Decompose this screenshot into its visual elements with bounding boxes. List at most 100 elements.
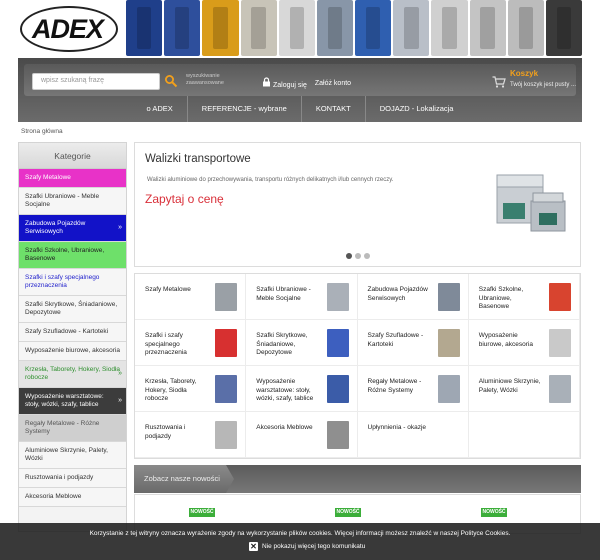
sidebar-category-item[interactable]: Zabudowa Pojazdów Serwisowych » bbox=[19, 215, 126, 242]
workbench-photo bbox=[126, 0, 163, 56]
breadcrumb[interactable]: Strona główna bbox=[21, 128, 63, 135]
chevron-right-icon: » bbox=[118, 397, 122, 404]
sidebar-category-item[interactable]: Wyposażenie warsztatowe: stoły, wózki, s… bbox=[19, 388, 126, 415]
category-thumbnail bbox=[215, 329, 238, 357]
main-nav: o ADEX REFERENCJE - wybrane KONTAKT DOJAZD … bbox=[18, 96, 582, 122]
category-tile[interactable]: Szafki Ubraniowe - Meble Socjalne bbox=[246, 274, 358, 320]
carousel-dot[interactable] bbox=[355, 253, 361, 259]
category-tile[interactable]: Szafki i szafy specjalnego przeznaczenia bbox=[135, 320, 247, 366]
advanced-search-link[interactable]: wyszukiwanie zaawansowane bbox=[186, 73, 236, 87]
sidebar-category-item[interactable]: Szafy Metalowe bbox=[19, 169, 126, 188]
category-tile[interactable]: Zabudowa Pojazdów Serwisowych bbox=[357, 274, 469, 320]
sidebar-item-label: Szafki i szafy specjalnego przeznaczenia bbox=[25, 274, 100, 289]
cookie-dismiss[interactable]: ✕ Nie pokazuj więcej tego komunikatu bbox=[249, 542, 365, 551]
lock-icon bbox=[263, 77, 270, 87]
category-tile[interactable]: Regały Metalowe - Różne Systemy bbox=[357, 366, 469, 412]
category-tile-label: Krzesła, Taborety, Hokery, Siodła robocz… bbox=[145, 378, 197, 402]
new-badge: NOWOŚĆ bbox=[481, 508, 507, 517]
sidebar-category-item[interactable]: Krzesła, Taborety, Hokery, Siodła robocz… bbox=[19, 361, 126, 388]
category-thumbnail bbox=[215, 283, 238, 311]
ask-price-link[interactable]: Zapytaj o cenę bbox=[145, 192, 224, 206]
header-banner: ADEX bbox=[18, 0, 583, 58]
logo[interactable]: ADEX bbox=[18, 0, 122, 58]
category-tile-label: Aluminiowe Skrzynie, Palety, Wózki bbox=[478, 378, 541, 394]
sidebar-item-label: Regały Metalowe - Różne Systemy bbox=[25, 420, 100, 435]
cookie-text: Korzystanie z tej witryny oznacza wyraże… bbox=[89, 530, 511, 537]
nav-item[interactable]: o ADEX bbox=[133, 96, 188, 122]
category-tile[interactable]: Akcesoria Meblowe bbox=[246, 412, 358, 458]
sidebar-category-item[interactable]: Szafki Szkolne, Ubraniowe, Basenowe bbox=[19, 242, 126, 269]
cart-icon bbox=[492, 76, 506, 88]
sidebar-item-label: Szafki Skrytkowe, Śniadaniowe, Depozytow… bbox=[25, 301, 118, 316]
sidebar-category-item[interactable]: Szafy Szufladowe - Kartoteki bbox=[19, 323, 126, 342]
sidebar-item-label: Rusztowania i podjazdy bbox=[25, 474, 94, 481]
category-tile-label: Szafki i szafy specjalnego przeznaczenia bbox=[145, 332, 187, 356]
sidebar-item-label: Akcesoria Meblowe bbox=[25, 493, 82, 500]
hero-title[interactable]: Walizki transportowe bbox=[145, 153, 251, 165]
keys-photo bbox=[507, 0, 544, 56]
top-bar: wpisz szukaną frazę wyszukiwanie zaawans… bbox=[18, 58, 582, 122]
category-thumbnail bbox=[326, 375, 349, 403]
category-thumbnail bbox=[326, 329, 349, 357]
category-thumbnail bbox=[549, 375, 571, 403]
cabinet-grey-photo bbox=[240, 0, 277, 56]
chevron-right-icon: » bbox=[118, 370, 122, 377]
sidebar-category-item[interactable]: Akcesoria Meblowe bbox=[19, 488, 126, 507]
category-tile[interactable]: Szafki Szkolne, Ubraniowe, Basenowe bbox=[468, 274, 580, 320]
sidebar-category-item[interactable]: Szafki Skrytkowe, Śniadaniowe, Depozytow… bbox=[19, 296, 126, 323]
category-thumbnail bbox=[549, 283, 571, 311]
locker-photo bbox=[202, 0, 239, 56]
sidebar-category-item[interactable]: Szafki i szafy specjalnego przeznaczenia bbox=[19, 269, 126, 296]
nav-item[interactable]: REFERENCJE - wybrane bbox=[188, 96, 302, 122]
nav-item[interactable]: DOJAZD - Lokalizacja bbox=[366, 96, 468, 122]
category-sidebar: Kategorie Szafy Metalowe Szafki Ubraniowe… bbox=[18, 142, 127, 532]
search-row: wpisz szukaną frazę wyszukiwanie zaawans… bbox=[24, 64, 576, 96]
cart-title: Koszyk bbox=[510, 69, 539, 78]
category-tile[interactable]: Wyposażenie warsztatowe: stoły, wózki, s… bbox=[246, 366, 358, 412]
sidebar-category-item[interactable]: Regały Metalowe - Różne Systemy bbox=[19, 415, 126, 442]
search-icon[interactable] bbox=[164, 74, 178, 88]
sidebar-title: Kategorie bbox=[19, 143, 126, 169]
sidebar-item-label: Szafki Szkolne, Ubraniowe, Basenowe bbox=[25, 247, 105, 262]
category-thumbnail bbox=[437, 329, 460, 357]
category-thumbnail bbox=[215, 421, 238, 449]
category-tile[interactable]: Wyposażenie biurowe, akcesoria bbox=[468, 320, 580, 366]
category-tile-label: Wyposażenie biurowe, akcesoria bbox=[478, 332, 533, 348]
category-tile[interactable]: Aluminiowe Skrzynie, Palety, Wózki bbox=[468, 366, 580, 412]
van-shelving-photo bbox=[545, 0, 583, 56]
sidebar-category-item[interactable]: Szafki Ubraniowe - Meble Socjalne bbox=[19, 188, 126, 215]
category-tile[interactable]: Szafki Skrytkowe, Śniadaniowe, Depozytow… bbox=[246, 320, 358, 366]
sidebar-item-label: Szafy Szufladowe - Kartoteki bbox=[25, 328, 109, 335]
register-link[interactable]: Załóż konto bbox=[315, 80, 351, 87]
sidebar-list: Szafy Metalowe Szafki Ubraniowe - Meble S… bbox=[19, 169, 126, 507]
sidebar-item-label: Krzesła, Taborety, Hokery, Siodła robocz… bbox=[25, 366, 121, 381]
nav-item[interactable]: KONTAKT bbox=[302, 96, 366, 122]
van-interior-photo bbox=[316, 0, 354, 56]
sidebar-item-label: Wyposażenie warsztatowe: stoły, wózki, s… bbox=[25, 393, 104, 408]
category-tile[interactable]: Szafy Szufladowe - Kartoteki bbox=[357, 320, 469, 366]
sidebar-category-item[interactable]: Rusztowania i podjazdy bbox=[19, 469, 126, 488]
search-input[interactable]: wpisz szukaną frazę bbox=[32, 73, 160, 90]
category-tile-label: Wyposażenie warsztatowe: stoły, wózki, s… bbox=[256, 378, 314, 402]
carousel-dot[interactable] bbox=[364, 253, 370, 259]
sidebar-category-item[interactable]: Aluminiowe Skrzynie, Palety, Wózki bbox=[19, 442, 126, 469]
category-thumbnail bbox=[326, 283, 349, 311]
category-thumbnail bbox=[549, 329, 571, 357]
category-tile[interactable]: Rusztowania i podjazdy bbox=[135, 412, 247, 458]
category-tile[interactable]: Upłynnienia - okazje bbox=[357, 412, 469, 458]
sidebar-item-label: Wyposażenie biurowe, akcesoria bbox=[25, 347, 120, 354]
new-products-heading: Zobacz nasze nowości bbox=[144, 474, 220, 483]
carousel-dot[interactable] bbox=[346, 253, 352, 259]
aluminium-case-image bbox=[496, 174, 566, 232]
carousel-dots bbox=[346, 253, 370, 259]
sidebar-item-label: Szafki Ubraniowe - Meble Socjalne bbox=[25, 193, 100, 208]
sidebar-category-item[interactable]: Wyposażenie biurowe, akcesoria bbox=[19, 342, 126, 361]
login-label: Zaloguj się bbox=[273, 82, 307, 89]
category-tile[interactable]: Szafy Metalowe bbox=[135, 274, 247, 320]
logo-text: ADEX bbox=[32, 14, 104, 44]
login-link[interactable]: Zaloguj się bbox=[262, 77, 307, 89]
new-products-tab[interactable]: Zobacz nasze nowości bbox=[134, 465, 234, 493]
sidebar-item-label: Szafy Metalowe bbox=[25, 174, 71, 181]
category-tile[interactable]: Krzesła, Taborety, Hokery, Siodła robocz… bbox=[135, 366, 247, 412]
category-tile-label: Szafy Metalowe bbox=[145, 286, 191, 293]
